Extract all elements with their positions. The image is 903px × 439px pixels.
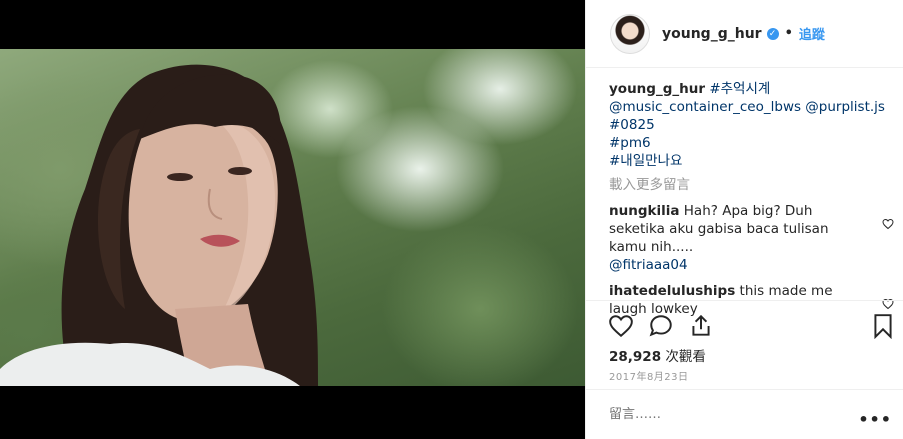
comments-section: young_g_hur #추억시계 @music_container_ceo_l… bbox=[609, 80, 896, 317]
instagram-post: young_g_hur ✓ • 追蹤 young_g_hur #추억시계 @mu… bbox=[0, 0, 903, 439]
like-heart-icon[interactable] bbox=[608, 313, 634, 339]
add-comment-bar: ••• bbox=[586, 389, 903, 439]
post-date[interactable]: 2017年8月23日 bbox=[609, 368, 689, 383]
share-icon[interactable] bbox=[688, 313, 714, 339]
load-more-comments[interactable]: 載入更多留言 bbox=[609, 176, 896, 194]
post-sidebar: young_g_hur ✓ • 追蹤 young_g_hur #추억시계 @mu… bbox=[585, 0, 903, 439]
hashtag-link[interactable]: #0825 bbox=[609, 116, 896, 134]
comment-mention[interactable]: @fitriaaa04 bbox=[609, 256, 866, 274]
hashtag-link[interactable]: #pm6 bbox=[609, 134, 896, 152]
post-header: young_g_hur ✓ • 追蹤 bbox=[586, 0, 903, 68]
comment-username[interactable]: nungkilia bbox=[609, 203, 679, 219]
view-count: 28,928 次觀看 bbox=[609, 345, 706, 365]
comment-bubble-icon[interactable] bbox=[648, 313, 674, 339]
caption: young_g_hur #추억시계 @music_container_ceo_l… bbox=[609, 80, 896, 170]
follow-button[interactable]: 追蹤 bbox=[799, 24, 825, 43]
caption-username[interactable]: young_g_hur bbox=[609, 81, 705, 97]
header-username[interactable]: young_g_hur bbox=[662, 26, 762, 42]
woman-portrait-image bbox=[0, 64, 318, 386]
comment-item: nungkilia Hah? Apa big? Duh seketika aku… bbox=[609, 202, 896, 274]
hashtag-link[interactable]: #추억시계 bbox=[709, 81, 770, 97]
view-count-number: 28,928 bbox=[609, 349, 662, 365]
hashtag-link[interactable]: #내일만나요 bbox=[609, 152, 896, 170]
separator-dot: • bbox=[784, 26, 793, 41]
view-count-label: 次觀看 bbox=[665, 349, 706, 365]
mentions-link[interactable]: @music_container_ceo_lbws @purplist.js bbox=[609, 98, 896, 116]
avatar[interactable] bbox=[610, 13, 650, 54]
post-media[interactable] bbox=[0, 0, 585, 439]
video-frame[interactable] bbox=[0, 49, 585, 386]
like-comment-heart-icon[interactable] bbox=[882, 218, 894, 230]
add-comment-input[interactable] bbox=[609, 407, 849, 422]
more-options-icon[interactable]: ••• bbox=[858, 410, 892, 429]
verified-badge-icon: ✓ bbox=[766, 27, 779, 40]
save-bookmark-icon[interactable] bbox=[872, 313, 894, 339]
comment-username[interactable]: ihatedeluluships bbox=[609, 283, 735, 299]
post-actions bbox=[586, 300, 903, 340]
